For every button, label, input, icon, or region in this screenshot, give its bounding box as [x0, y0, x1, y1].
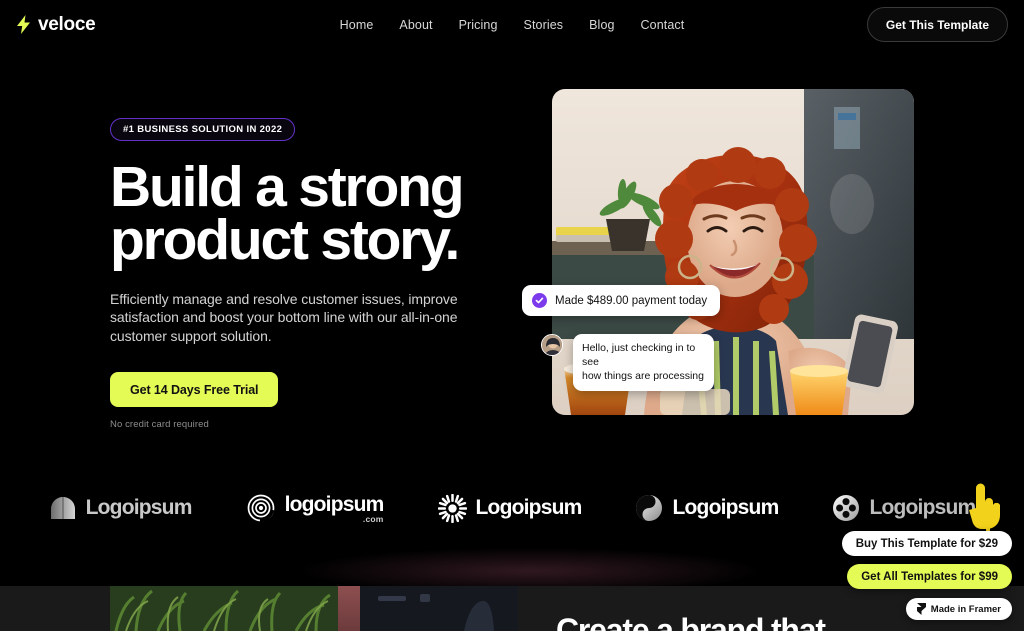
headline-line-2: product story.: [110, 208, 460, 272]
spiral-target-icon: [247, 494, 274, 522]
made-in-framer-label: Made in Framer: [930, 603, 1001, 615]
nav-item-blog[interactable]: Blog: [589, 18, 614, 32]
landing-page: veloce Home About Pricing Stories Blog C…: [0, 0, 1024, 631]
brand-logo[interactable]: veloce: [16, 13, 96, 36]
check-circle-icon: [532, 293, 547, 308]
dark-scene-image: [360, 586, 518, 631]
framer-icon: [916, 603, 926, 615]
free-trial-button[interactable]: Get 14 Days Free Trial: [110, 372, 279, 408]
top-navigation-bar: veloce Home About Pricing Stories Blog C…: [0, 0, 1024, 49]
lightning-bolt-icon: [17, 15, 30, 34]
get-all-templates-button[interactable]: Get All Templates for $99: [847, 564, 1012, 589]
chat-line-2: how things are processing: [582, 370, 704, 383]
bottom-section-heading: Create a brand that: [556, 612, 826, 631]
buy-template-button[interactable]: Buy This Template for $29: [841, 531, 1012, 556]
logo-item-1: Logoipsum: [49, 494, 192, 522]
four-dot-circle-icon: [833, 495, 860, 521]
brand-name: veloce: [38, 13, 96, 35]
hero-content: #1 BUSINESS SOLUTION IN 2022 Build a str…: [110, 118, 530, 430]
nav-links: Home About Pricing Stories Blog Contact: [340, 18, 685, 32]
logo-label-5: Logoipsum: [869, 496, 976, 519]
nav-item-pricing[interactable]: Pricing: [459, 18, 498, 32]
logo-label-group-2: logoipsum .com: [285, 493, 385, 524]
chat-notification-card: Hello, just checking in to see how thing…: [573, 334, 714, 391]
status-badge: #1 BUSINESS SOLUTION IN 2022: [110, 118, 296, 141]
logo-label-1: Logoipsum: [85, 496, 193, 519]
logo-item-5: Logoipsum: [832, 494, 976, 522]
sunburst-icon: [437, 493, 467, 523]
get-this-template-button[interactable]: Get This Template: [866, 7, 1008, 42]
payment-notification-card: Made $489.00 payment today: [522, 285, 721, 316]
avatar: [541, 334, 563, 356]
chat-line-1: Hello, just checking in to see: [582, 342, 696, 369]
nav-item-home[interactable]: Home: [340, 18, 374, 32]
logo-item-2: logoipsum .com: [246, 493, 384, 524]
logo-item-4: Logoipsum: [635, 494, 779, 522]
logo-item-3: Logoipsum: [437, 493, 583, 523]
arch-mark-icon: [50, 497, 75, 519]
logo-sublabel-2: .com: [362, 513, 384, 524]
no-credit-card-note: No credit card required: [110, 419, 209, 431]
page-title: Build a strong product story.: [110, 159, 530, 269]
logo-strip: Logoipsum logoipsum .com Logoipsum Logoi…: [0, 487, 1024, 529]
nav-item-contact[interactable]: Contact: [641, 18, 685, 32]
logo-label-4: Logoipsum: [672, 496, 779, 519]
bottom-image-group: [110, 586, 518, 631]
hero-subcopy: Efficiently manage and resolve customer …: [110, 291, 458, 344]
divider-image: [338, 586, 360, 631]
payment-notification-text: Made $489.00 payment today: [555, 294, 708, 307]
nav-item-about[interactable]: About: [399, 18, 432, 32]
grass-plants-image: [110, 586, 338, 631]
yin-yang-swirl-icon: [636, 495, 663, 521]
made-in-framer-badge[interactable]: Made in Framer: [905, 598, 1012, 620]
pointing-hand-cursor: [969, 483, 1000, 532]
logo-label-3: Logoipsum: [475, 496, 583, 519]
nav-item-stories[interactable]: Stories: [524, 18, 564, 32]
